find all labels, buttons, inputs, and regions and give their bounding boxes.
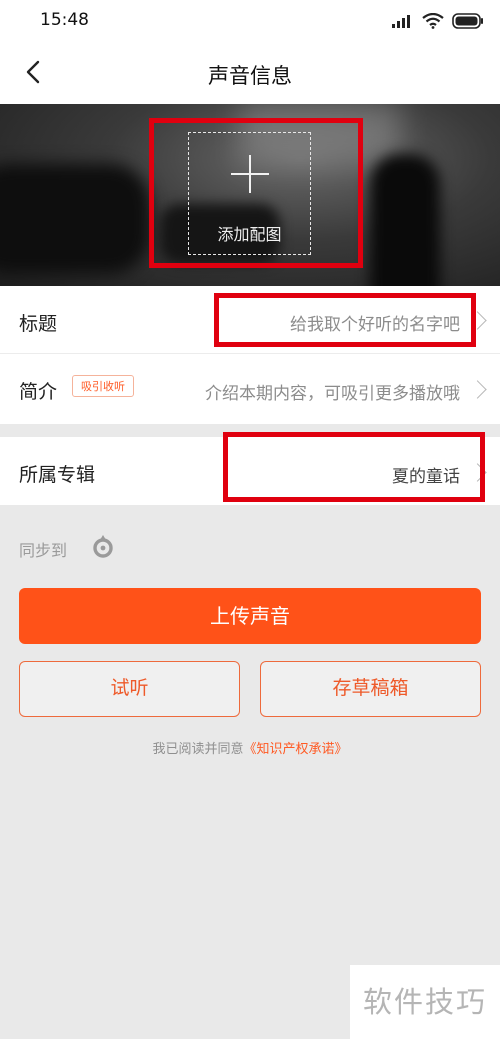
cover-photo-shape [370,154,440,286]
status-bar: 15:48 [0,0,500,42]
watermark: 软件技巧 [350,965,500,1039]
highlight-box-title [214,293,476,347]
sync-label: 同步到 [19,541,68,560]
status-icons [392,12,484,30]
cover-photo-shape [0,164,150,274]
save-draft-button[interactable]: 存草稿箱 [260,661,481,717]
agreement-text: 我已阅读并同意《知识产权承诺》 [0,738,500,757]
sync-platform-icon[interactable] [92,533,114,559]
intro-input[interactable]: 介绍本期内容，可吸引更多播放哦 [205,379,460,404]
chevron-right-icon [468,380,487,399]
status-time: 15:48 [40,10,89,30]
preview-button[interactable]: 试听 [19,661,240,717]
nav-bar: 声音信息 [0,42,500,104]
agreement-link[interactable]: 《知识产权承诺》 [244,742,348,757]
signal-icon [392,15,410,28]
agreement-prefix: 我已阅读并同意 [152,742,244,757]
album-label: 所属专辑 [19,464,96,486]
highlight-box-cover [149,118,363,268]
intro-row[interactable]: 简介 吸引收听 介绍本期内容，可吸引更多播放哦 [0,354,500,424]
wifi-icon [422,13,444,29]
upload-button[interactable]: 上传声音 [19,588,481,644]
intro-label: 简介 [19,381,58,403]
highlight-box-album [223,432,485,502]
title-label: 标题 [19,313,58,335]
page-title: 声音信息 [208,64,292,88]
attract-badge: 吸引收听 [72,375,134,397]
battery-icon [452,13,483,29]
